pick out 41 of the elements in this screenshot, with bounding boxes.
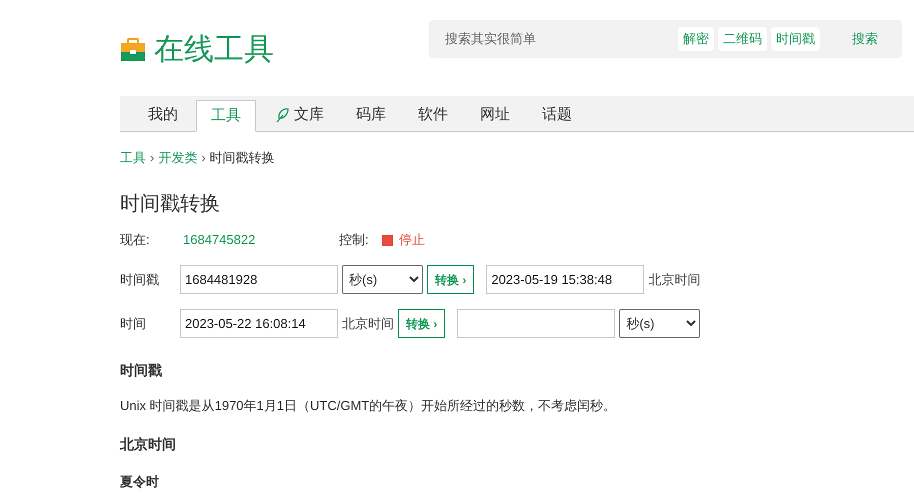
text-field[interactable]: 1684481928 <box>180 265 338 294</box>
search-tag[interactable]: 解密 <box>678 27 714 51</box>
text-field[interactable]: 2023-05-22 16:08:14 <box>180 309 338 338</box>
nav-tab[interactable]: 文库 <box>260 99 338 131</box>
now-label: 现在: <box>120 231 151 250</box>
page-title: 时间戳转换 <box>120 192 221 217</box>
nav-tab[interactable]: 工具 <box>196 100 256 132</box>
breadcrumb-separator: › <box>150 149 154 168</box>
control-label: 控制: <box>339 231 370 250</box>
toolbox-icon <box>120 38 146 62</box>
row-label: 时间戳 <box>120 270 160 289</box>
timezone-label: 北京时间 <box>342 314 394 333</box>
section-heading: 北京时间 <box>120 435 177 454</box>
section-subheading: 夏令时 <box>120 473 160 491</box>
timezone-label: 北京时间 <box>648 270 700 289</box>
stop-icon <box>382 234 393 246</box>
site-logo[interactable]: 在线工具 <box>154 35 274 65</box>
breadcrumb-link[interactable]: 工具 <box>120 148 146 168</box>
section-heading: 时间戳 <box>120 361 163 380</box>
description-text: Unix 时间戳是从1970年1月1日（UTC/GMT的午夜）开始所经过的秒数，不考虑闰秒。 <box>120 397 618 415</box>
breadcrumb-link[interactable]: 开发类 <box>158 148 198 168</box>
text-field[interactable]: 2023-05-19 15:38:48 <box>486 265 644 294</box>
nav-tab[interactable]: 话题 <box>528 99 586 131</box>
current-timestamp: 1684745822 <box>183 231 256 250</box>
convert-button[interactable]: 转换 › <box>427 265 474 294</box>
nav-tab[interactable]: 网址 <box>466 99 524 131</box>
stop-button[interactable]: 停止 <box>382 230 425 250</box>
nav-tab[interactable]: 我的 <box>134 99 192 131</box>
text-field[interactable] <box>457 309 616 338</box>
unit-select[interactable]: 秒(s) <box>342 265 423 294</box>
search-tag[interactable]: 时间戳 <box>771 27 820 51</box>
breadcrumb-separator: › <box>201 149 206 168</box>
unit-select[interactable]: 秒(s) <box>619 309 700 338</box>
search-tag[interactable]: 二维码 <box>718 27 767 51</box>
convert-button[interactable]: 转换 › <box>398 309 446 338</box>
search-field[interactable]: 搜索其实很简单 <box>445 29 674 49</box>
breadcrumb-current: 时间戳转换 <box>210 149 275 168</box>
feather-icon <box>274 107 290 123</box>
nav-tab[interactable]: 码库 <box>342 99 400 131</box>
nav-tab[interactable]: 软件 <box>404 99 462 131</box>
row-label: 时间 <box>120 314 147 333</box>
